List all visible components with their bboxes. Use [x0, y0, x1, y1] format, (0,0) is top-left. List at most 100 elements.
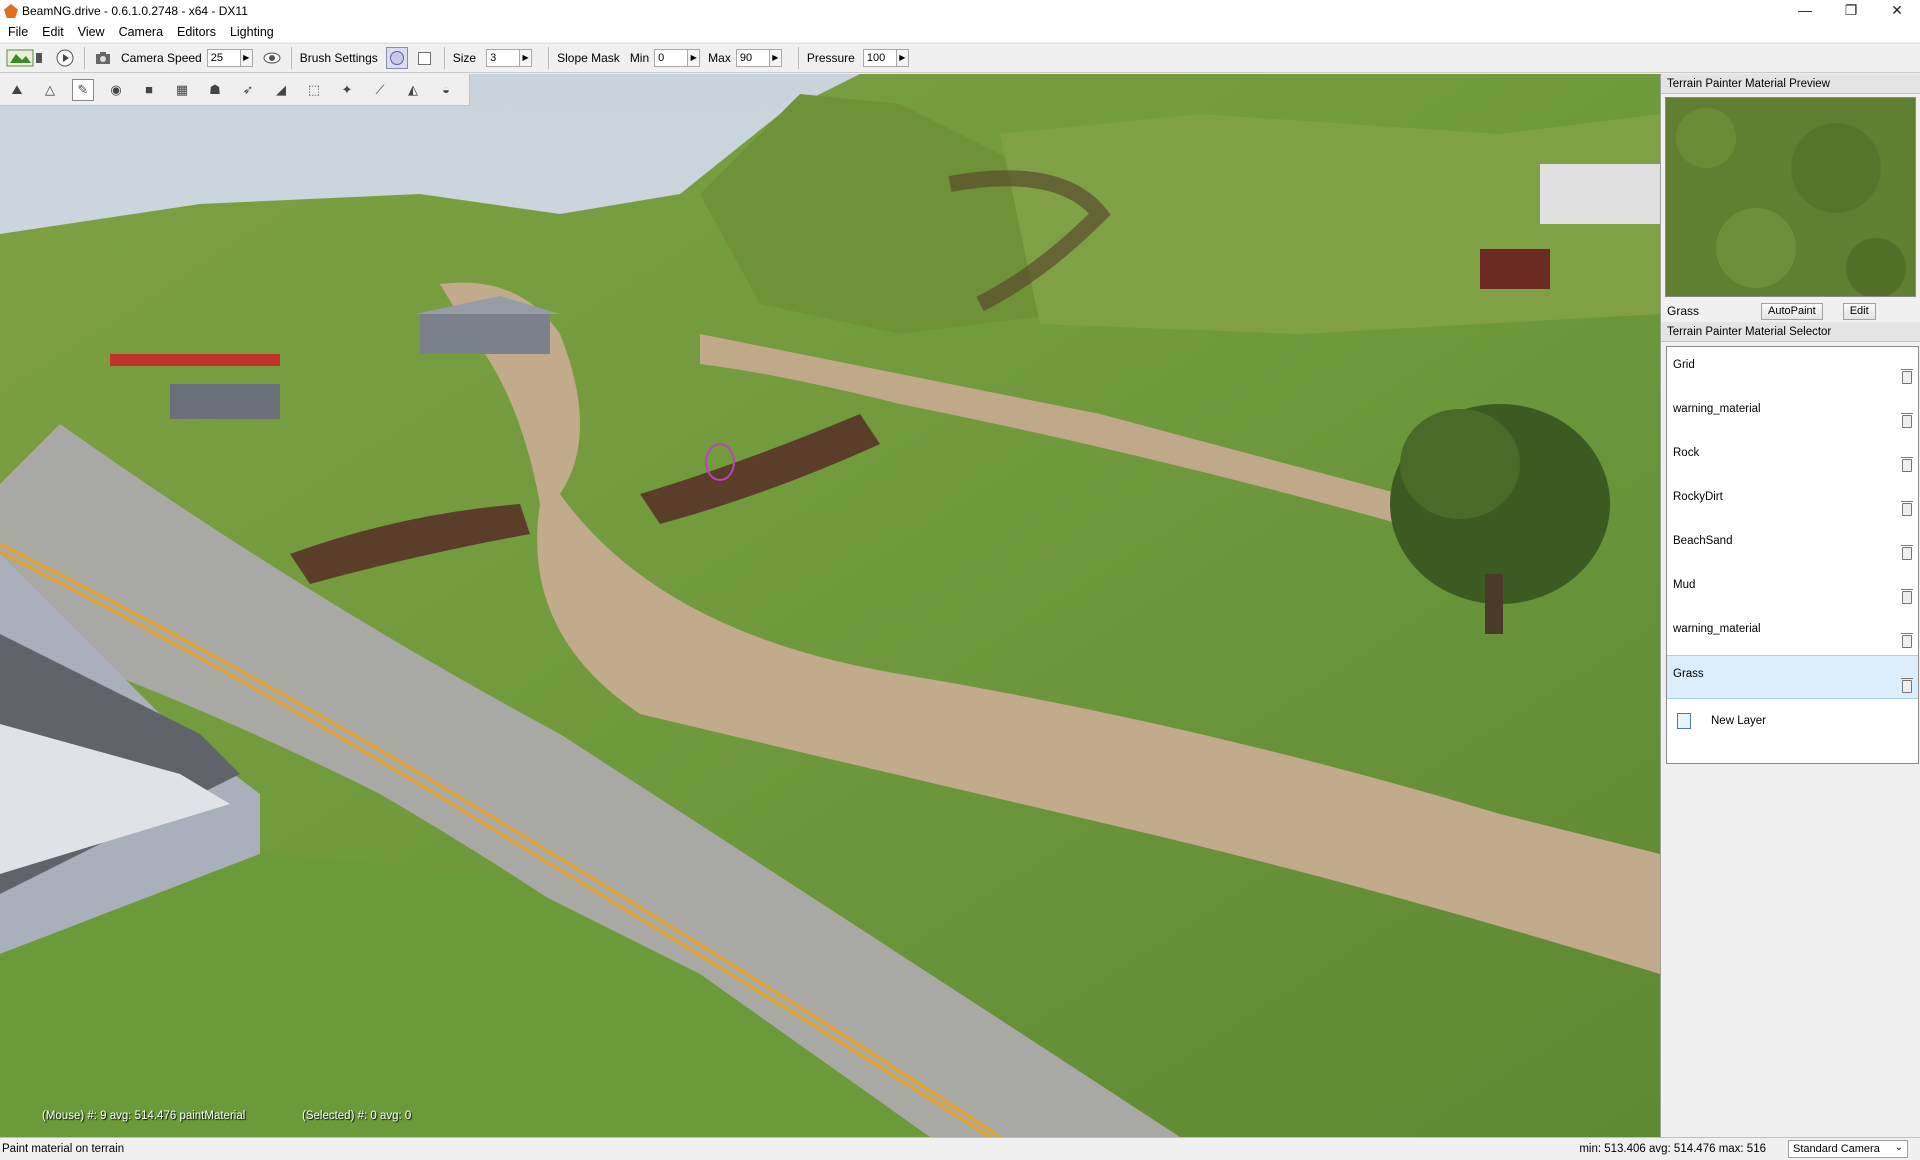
beamng-app-icon	[4, 4, 18, 18]
trash-icon[interactable]	[1901, 545, 1913, 560]
material-preview-title: Terrain Painter Material Preview	[1661, 74, 1920, 94]
material-label: BeachSand	[1673, 535, 1733, 547]
terrain-painter-panel: Terrain Painter Material Preview Grass A…	[1660, 74, 1920, 1137]
restore-icon[interactable]: ❐	[1828, 0, 1874, 22]
new-layer-label: New Layer	[1711, 715, 1766, 727]
bowl-tool-icon[interactable]: ◒	[435, 79, 457, 101]
noise-tool-icon[interactable]: ☗	[204, 79, 226, 101]
slope-max-label: Max	[708, 51, 731, 65]
terrain-scene-render	[0, 74, 1660, 1137]
list-item[interactable]: RockyDirt	[1667, 479, 1918, 523]
pressure-input[interactable]	[862, 49, 897, 67]
list-item-selected[interactable]: Grass	[1667, 655, 1918, 699]
camera-speed-label: Camera Speed	[121, 51, 202, 65]
sphere-tool-icon[interactable]: ◉	[105, 79, 127, 101]
camera-icon[interactable]	[93, 47, 115, 69]
status-bar: Paint material on terrain min: 513.406 a…	[0, 1137, 1920, 1160]
autopaint-button[interactable]: AutoPaint	[1761, 302, 1823, 320]
camera-speed-spinner-arrow[interactable]: ▶	[240, 49, 253, 67]
pressure-label: Pressure	[806, 51, 855, 65]
menu-view[interactable]: View	[78, 25, 105, 39]
slope-min-label: Min	[629, 51, 650, 65]
lower-terrain-icon[interactable]: △	[39, 79, 61, 101]
menu-camera[interactable]: Camera	[119, 25, 163, 39]
brush-settings-label: Brush Settings	[299, 51, 378, 65]
list-item[interactable]: Mud	[1667, 567, 1918, 611]
square-brush-button[interactable]	[414, 47, 436, 69]
window-title: BeamNG.drive - 0.6.1.0.2748 - x64 - DX11	[22, 4, 248, 18]
toolbar-divider	[548, 47, 550, 69]
camera-mode-select[interactable]: Standard Camera ⌄	[1788, 1140, 1908, 1158]
menu-editors[interactable]: Editors	[177, 25, 216, 39]
circle-brush-icon	[389, 51, 404, 65]
material-label: warning_material	[1673, 403, 1761, 415]
toolbar-divider	[797, 47, 799, 69]
status-message: Paint material on terrain	[2, 1143, 125, 1155]
toolbar-divider	[290, 47, 292, 69]
circle-brush-button[interactable]	[385, 47, 408, 69]
material-label: warning_material	[1673, 623, 1761, 635]
slope-max-spinner-arrow[interactable]: ▶	[769, 49, 782, 67]
height-stats: min: 513.406 avg: 514.476 max: 516	[1579, 1143, 1766, 1155]
toolbar-divider	[443, 47, 445, 69]
material-label: Rock	[1673, 447, 1700, 459]
camera-mode-value: Standard Camera	[1793, 1143, 1880, 1155]
slope-mask-label: Slope Mask	[557, 51, 620, 65]
scene-viewport[interactable]: (Mouse) #: 9 avg: 514.476 paintMaterial …	[0, 74, 1660, 1137]
editor-mode-icon[interactable]	[4, 47, 46, 69]
slope-min-spinner-arrow[interactable]: ▶	[688, 49, 701, 67]
size-spinner-arrow[interactable]: ▶	[520, 49, 533, 67]
size-label: Size	[452, 51, 477, 65]
new-layer-icon	[1677, 713, 1691, 729]
list-item[interactable]: BeachSand	[1667, 523, 1918, 567]
smooth-tool-icon[interactable]: ➶	[237, 79, 259, 101]
chevron-down-icon: ⌄	[1894, 1142, 1903, 1153]
trash-icon[interactable]	[1901, 369, 1913, 384]
trash-icon[interactable]	[1901, 413, 1913, 428]
window-controls: — ❐ ✕	[1782, 0, 1920, 22]
slope-min-input[interactable]	[654, 49, 689, 67]
toolbar-divider	[84, 47, 85, 69]
menu-lighting[interactable]: Lighting	[230, 25, 274, 39]
slope-tool-icon[interactable]: ⟋	[369, 79, 391, 101]
material-label: Grid	[1673, 359, 1695, 371]
pressure-spinner-arrow[interactable]: ▶	[896, 49, 909, 67]
eye-visibility-icon[interactable]	[261, 47, 283, 69]
mouse-readout: (Mouse) #: 9 avg: 514.476 paintMaterial	[42, 1110, 246, 1122]
play-icon[interactable]	[54, 47, 76, 69]
clear-tool-icon[interactable]: ✦	[336, 79, 358, 101]
camera-speed-input[interactable]	[206, 49, 241, 67]
material-selector-title: Terrain Painter Material Selector	[1661, 322, 1920, 342]
cube-tool-icon[interactable]: ■	[138, 79, 160, 101]
heightmap-tool-icon[interactable]: ▦	[171, 79, 193, 101]
paint-material-icon[interactable]: ✎	[72, 78, 94, 101]
terrain-tools-strip: ⛰ △ ✎ ◉ ■ ▦ ☗ ➶ ◢ ⬚ ✦ ⟋ ◭ ◒	[0, 74, 470, 106]
preview-material-name: Grass	[1667, 304, 1700, 318]
material-label: RockyDirt	[1673, 491, 1723, 503]
trash-icon[interactable]	[1901, 589, 1913, 604]
select-area-icon[interactable]: ⬚	[303, 79, 325, 101]
list-item[interactable]: Rock	[1667, 435, 1918, 479]
title-bar: BeamNG.drive - 0.6.1.0.2748 - x64 - DX11…	[0, 0, 1920, 22]
trash-icon[interactable]	[1901, 633, 1913, 648]
material-preview-image	[1665, 97, 1916, 297]
grass-texture-swatch	[1666, 98, 1915, 296]
menu-edit[interactable]: Edit	[42, 25, 64, 39]
selected-readout: (Selected) #: 0 avg: 0	[302, 1110, 412, 1122]
trash-icon[interactable]	[1901, 501, 1913, 516]
close-icon[interactable]: ✕	[1874, 0, 1920, 22]
raise-terrain-icon[interactable]: ⛰	[6, 79, 28, 101]
edit-material-button[interactable]: Edit	[1842, 302, 1876, 320]
trash-icon[interactable]	[1901, 457, 1913, 472]
list-item[interactable]: warning_material	[1667, 611, 1918, 655]
erode-tool-icon[interactable]: ◭	[402, 79, 424, 101]
menu-file[interactable]: File	[8, 25, 28, 39]
size-input[interactable]	[486, 49, 521, 67]
minimize-icon[interactable]: —	[1782, 0, 1828, 22]
list-item[interactable]: warning_material	[1667, 391, 1918, 435]
slope-max-input[interactable]	[735, 49, 770, 67]
new-layer-button[interactable]: New Layer	[1667, 699, 1918, 743]
list-item[interactable]: Grid	[1667, 347, 1918, 391]
flatten-tool-icon[interactable]: ◢	[270, 79, 292, 101]
trash-icon[interactable]	[1901, 678, 1913, 693]
